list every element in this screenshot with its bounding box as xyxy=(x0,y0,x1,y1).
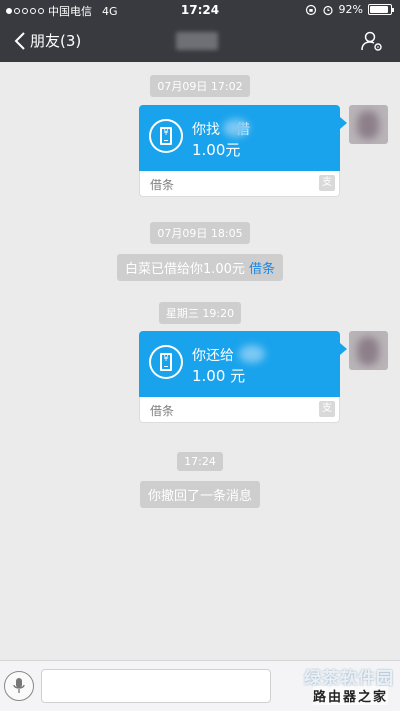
battery-icon xyxy=(368,4,394,15)
voice-button[interactable] xyxy=(4,671,34,701)
status-bar: 中国电信 4G 17:24 92% xyxy=(0,0,400,20)
watermark: 绿茶软件园 路由器之家 xyxy=(270,660,400,711)
timestamp: 17:24 xyxy=(0,450,400,471)
card-amount: 1.00元 xyxy=(192,141,241,159)
app-logo-icon: 支 xyxy=(319,401,335,417)
card-amount: 1.00 元 xyxy=(192,367,246,385)
avatar[interactable] xyxy=(349,105,388,144)
chevron-left-icon xyxy=(14,31,25,50)
nav-bar: 朋友(3) xyxy=(0,20,400,62)
status-right: 92% xyxy=(305,3,394,16)
receipt-icon xyxy=(149,119,183,153)
battery-percent: 92% xyxy=(338,3,363,16)
message-input[interactable] xyxy=(41,669,271,703)
receipt-icon xyxy=(149,345,183,379)
chat-title-blurred xyxy=(176,32,218,50)
iou-link[interactable]: 借条 xyxy=(249,262,275,277)
watermark-sub: 路由器之家 xyxy=(312,686,388,705)
system-message: 白菜已借给你1.00元 借条 xyxy=(0,254,400,281)
system-message-text: 白菜已借给你1.00元 xyxy=(124,262,245,277)
system-message: 你撤回了一条消息 xyxy=(0,481,400,508)
iou-card[interactable]: 你找借 1.00元 借条 支 xyxy=(139,105,347,197)
recall-message: 你撤回了一条消息 xyxy=(139,481,260,508)
chat-info-button[interactable] xyxy=(360,29,384,57)
timestamp: 07月09日 18:05 xyxy=(0,222,400,244)
card-title: 你还给 xyxy=(192,348,234,364)
rotation-lock-icon xyxy=(305,4,316,15)
card-footer-label: 借条 xyxy=(150,178,175,192)
chat-area[interactable]: 07月09日 17:02 你找借 1.00元 借条 支 07月09日 18:05… xyxy=(0,62,400,660)
back-label: 朋友(3) xyxy=(30,32,82,50)
back-button[interactable]: 朋友(3) xyxy=(14,30,81,51)
card-footer-label: 借条 xyxy=(150,404,175,418)
timestamp: 星期三 19:20 xyxy=(0,302,400,324)
alarm-icon xyxy=(322,5,333,15)
avatar[interactable] xyxy=(349,331,388,370)
timestamp: 07月09日 17:02 xyxy=(0,75,400,97)
repay-card[interactable]: 你还给 1.00 元 借条 支 xyxy=(139,331,347,423)
card-title-part1: 你找 xyxy=(192,122,220,138)
user-settings-icon xyxy=(361,31,382,51)
app-logo-icon: 支 xyxy=(319,175,335,191)
microphone-icon xyxy=(13,678,25,693)
